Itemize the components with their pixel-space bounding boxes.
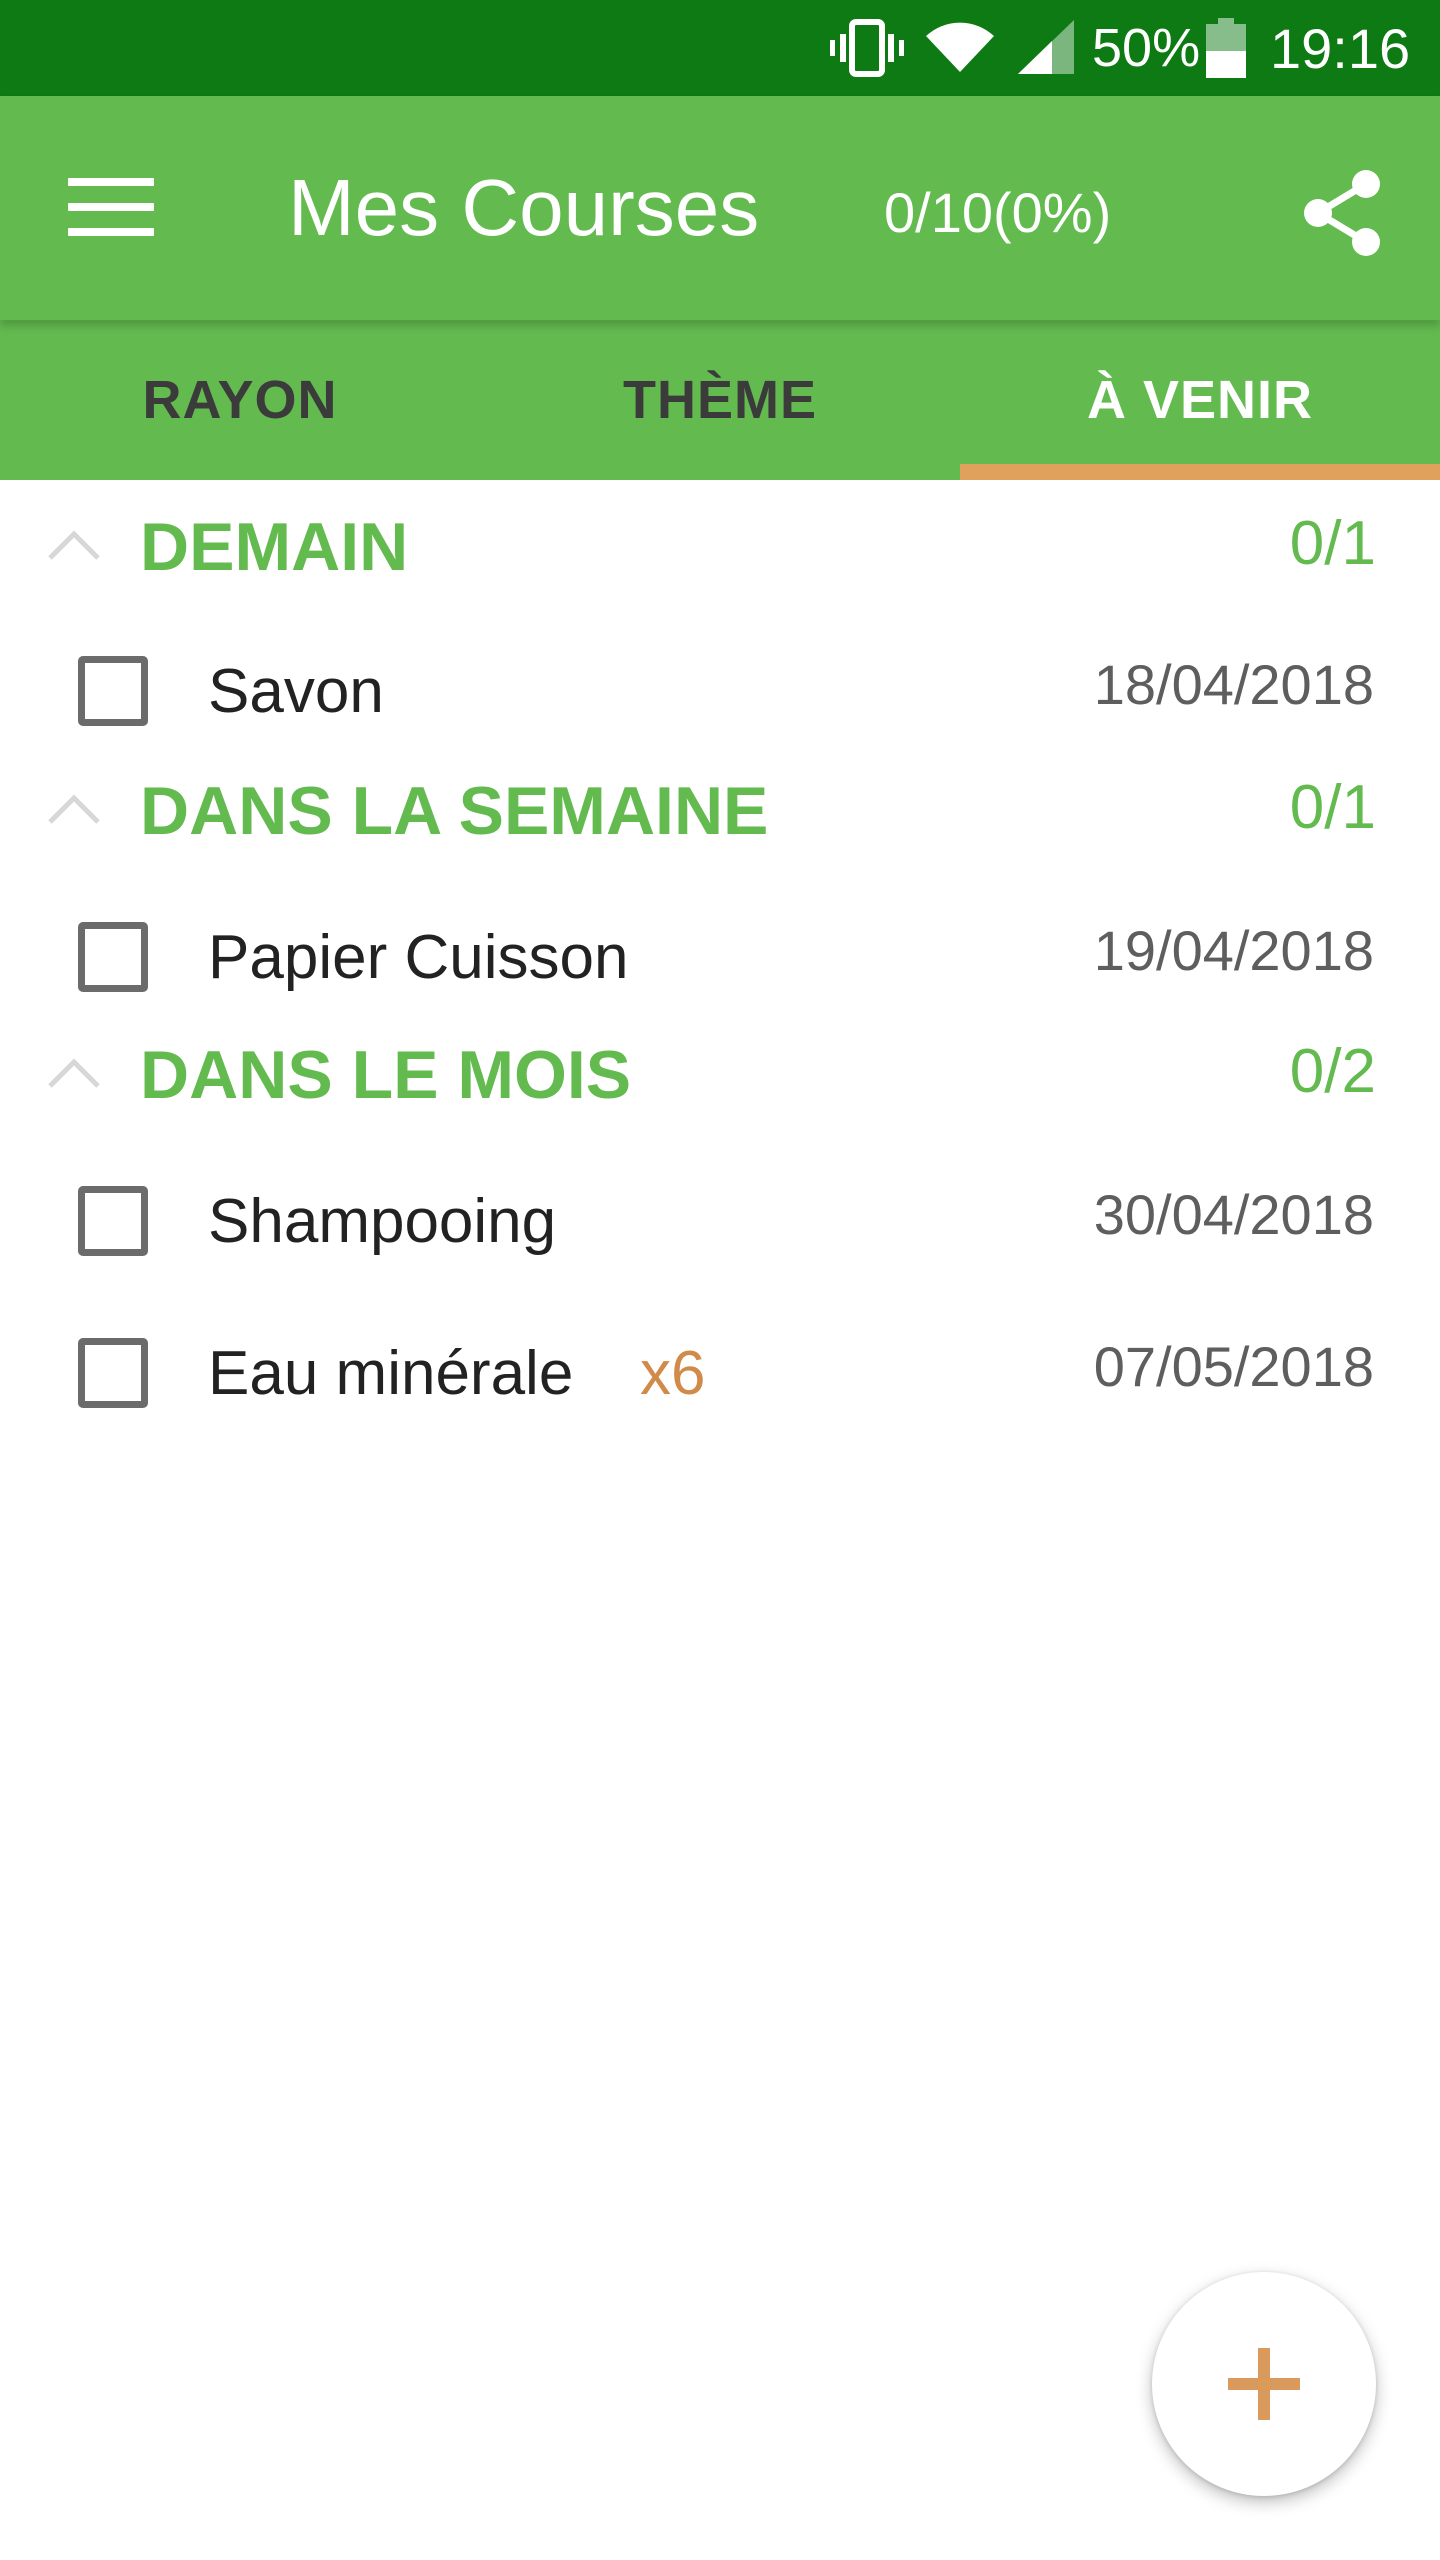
section-count: 0/1 (1289, 509, 1376, 578)
item-name: Papier Cuisson (208, 923, 629, 992)
item-checkbox[interactable] (78, 1186, 148, 1256)
add-item-button[interactable] (1152, 2272, 1376, 2496)
app-title: Mes Courses (288, 163, 760, 252)
item-date: 07/05/2018 (1093, 1335, 1374, 1398)
list-item[interactable]: Eau minérale x6 07/05/2018 (0, 1302, 1440, 1442)
item-date: 18/04/2018 (1093, 653, 1374, 716)
plus-icon (1228, 2348, 1300, 2420)
section-count: 0/1 (1289, 773, 1376, 842)
tab-rayon[interactable]: RAYON (0, 320, 480, 480)
battery-icon (1206, 0, 1246, 96)
item-quantity: x6 (640, 1339, 706, 1408)
chevron-up-icon[interactable] (46, 1052, 102, 1092)
item-name: Eau minérale (208, 1339, 574, 1408)
signal-icon (1018, 0, 1078, 96)
item-date: 30/04/2018 (1093, 1183, 1374, 1246)
list-item[interactable]: Shampooing 30/04/2018 (0, 1150, 1440, 1290)
battery-percent: 50% (1092, 18, 1201, 78)
progress-counter: 0/10(0%) (884, 181, 1112, 244)
item-name: Shampooing (208, 1187, 557, 1256)
section-header-dans-la-semaine[interactable]: DANS LA SEMAINE 0/1 (0, 752, 1440, 872)
section-title: DEMAIN (140, 509, 409, 585)
section-title: DANS LE MOIS (140, 1037, 632, 1113)
active-tab-indicator (960, 464, 1440, 480)
share-icon[interactable] (1300, 168, 1384, 258)
item-checkbox[interactable] (78, 922, 148, 992)
section-header-dans-le-mois[interactable]: DANS LE MOIS 0/2 (0, 1016, 1440, 1136)
hamburger-menu-icon[interactable] (68, 178, 154, 236)
chevron-up-icon[interactable] (46, 788, 102, 828)
item-name: Savon (208, 657, 384, 726)
status-bar: 50% 19:16 (0, 0, 1440, 96)
tab-theme[interactable]: THÈME (480, 320, 960, 480)
section-count: 0/2 (1289, 1037, 1376, 1106)
item-date: 19/04/2018 (1093, 919, 1374, 982)
list-item[interactable]: Papier Cuisson 19/04/2018 (0, 886, 1440, 1026)
tab-bar: RAYON THÈME À VENIR (0, 320, 1440, 480)
chevron-up-icon[interactable] (46, 524, 102, 564)
list-item[interactable]: Savon 18/04/2018 (0, 620, 1440, 760)
wifi-icon (924, 0, 996, 96)
item-checkbox[interactable] (78, 1338, 148, 1408)
tab-a-venir[interactable]: À VENIR (960, 320, 1440, 480)
section-title: DANS LA SEMAINE (140, 773, 769, 849)
section-header-demain[interactable]: DEMAIN 0/1 (0, 488, 1440, 608)
app-bar: Mes Courses 0/10(0%) (0, 96, 1440, 320)
clock-time: 19:16 (1270, 16, 1411, 80)
vibrate-icon (830, 0, 904, 96)
item-checkbox[interactable] (78, 656, 148, 726)
